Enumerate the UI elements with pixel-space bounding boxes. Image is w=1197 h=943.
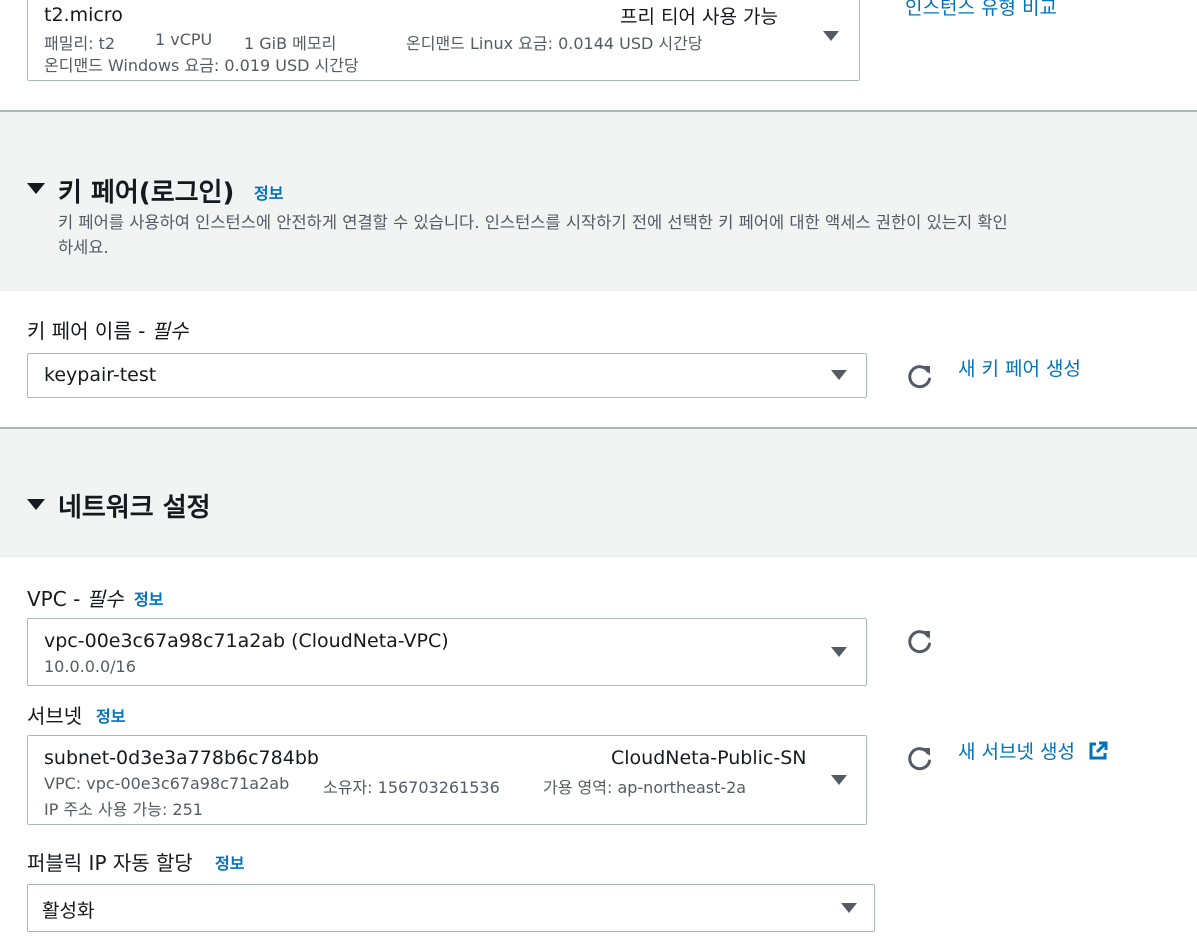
required-marker: 필수 <box>151 319 189 343</box>
key-pair-description-line2: 하세요. <box>58 238 109 257</box>
subnet-info-link[interactable]: 정보 <box>96 703 125 727</box>
subnet-owner: 소유자: 156703261536 <box>323 778 500 797</box>
chevron-down-icon <box>831 647 847 657</box>
vpc-field-label: VPC - <box>27 587 87 611</box>
chevron-down-icon <box>841 903 857 913</box>
divider <box>0 290 1197 291</box>
key-pair-field-label: 키 페어 이름 - <box>27 319 152 343</box>
key-pair-select[interactable]: keypair-test <box>27 353 867 398</box>
instance-family: 패밀리: t2 <box>44 34 116 53</box>
key-pair-description: 키 페어를 사용하여 인스턴스에 안전하게 연결할 수 있습니다. 인스턴스를 … <box>58 210 1168 260</box>
instance-type-select[interactable]: t2.micro 프리 티어 사용 가능 패밀리: t2 1 vCPU 1 Gi… <box>27 0 860 81</box>
chevron-down-icon <box>831 775 847 785</box>
subnet-select[interactable]: subnet-0d3e3a778b6c784bb CloudNeta-Publi… <box>27 735 867 825</box>
instance-windows-price: 온디맨드 Windows 요금: 0.019 USD 시간당 <box>44 56 359 75</box>
chevron-down-icon <box>823 31 839 41</box>
section-expand-icon[interactable] <box>27 499 45 510</box>
subnet-az: 가용 영역: ap-northeast-2a <box>543 778 747 797</box>
vpc-selected: vpc-00e3c67a98c71a2ab (CloudNeta-VPC) <box>44 630 449 652</box>
free-tier-badge: 프리 티어 사용 가능 <box>620 6 778 28</box>
key-pair-selected: keypair-test <box>44 364 157 386</box>
instance-type-name: t2.micro <box>44 4 123 26</box>
vpc-cidr: 10.0.0.0/16 <box>44 657 136 676</box>
public-ip-selected: 활성화 <box>42 900 95 922</box>
network-title: 네트워크 설정 <box>58 493 211 523</box>
create-subnet-label: 새 서브넷 생성 <box>958 741 1075 763</box>
key-pair-title: 키 페어(로그인) <box>58 178 235 208</box>
subnet-selected: subnet-0d3e3a778b6c784bb <box>44 747 319 769</box>
instance-vcpu: 1 vCPU <box>155 30 213 49</box>
refresh-icon[interactable] <box>906 744 934 772</box>
create-subnet-link[interactable]: 새 서브넷 생성 <box>958 737 1109 764</box>
instance-memory: 1 GiB 메모리 <box>244 34 337 53</box>
refresh-icon[interactable] <box>906 627 934 655</box>
key-pair-name-label: 키 페어 이름 - 필수 <box>27 315 188 344</box>
subnet-available-ips: IP 주소 사용 가능: 251 <box>44 800 203 819</box>
vpc-select[interactable]: vpc-00e3c67a98c71a2ab (CloudNeta-VPC) 10… <box>27 618 867 686</box>
vpc-info-link[interactable]: 정보 <box>134 586 163 610</box>
subnet-name: CloudNeta-Public-SN <box>611 747 807 769</box>
vpc-label: VPC - 필수 <box>27 583 123 612</box>
compare-instance-types-link[interactable]: 인스턴스 유형 비교 <box>905 0 1057 20</box>
required-marker: 필수 <box>86 587 124 611</box>
instance-linux-price: 온디맨드 Linux 요금: 0.0144 USD 시간당 <box>406 34 703 53</box>
section-expand-icon[interactable] <box>27 183 45 194</box>
public-ip-info-link[interactable]: 정보 <box>215 850 244 874</box>
key-pair-info-link[interactable]: 정보 <box>254 180 283 204</box>
chevron-down-icon <box>831 370 847 380</box>
subnet-vpc: VPC: vpc-00e3c67a98c71a2ab <box>44 774 290 793</box>
public-ip-select[interactable]: 활성화 <box>27 884 875 932</box>
divider <box>0 556 1197 557</box>
external-link-icon <box>1089 741 1108 760</box>
key-pair-description-line1: 키 페어를 사용하여 인스턴스에 안전하게 연결할 수 있습니다. 인스턴스를 … <box>58 213 1008 232</box>
subnet-label: 서브넷 <box>27 704 83 728</box>
refresh-icon[interactable] <box>906 362 934 390</box>
public-ip-label: 퍼블릭 IP 자동 할당 <box>27 851 193 875</box>
create-key-pair-link[interactable]: 새 키 페어 생성 <box>958 354 1081 381</box>
